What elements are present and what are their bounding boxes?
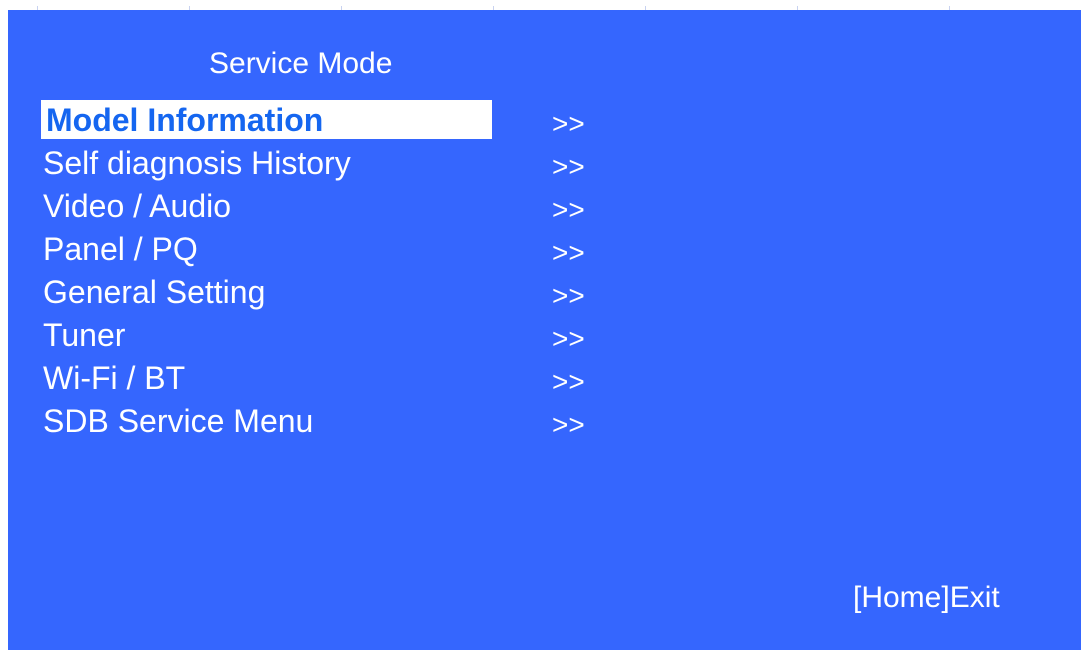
menu-item-self-diagnosis-history[interactable]: Self diagnosis History >> [41,142,661,185]
menu-item-label: Model Information [46,102,324,138]
submenu-arrow-icon: >> [552,151,585,182]
submenu-arrow-icon: >> [552,323,585,354]
exit-hint: [Home]Exit [853,581,1000,614]
menu-item-label: Wi-Fi / BT [43,360,186,396]
submenu-arrow-icon: >> [552,366,585,397]
menu-item-label: Tuner [43,317,126,353]
submenu-arrow-icon: >> [552,409,585,440]
menu-item-wifi-bt[interactable]: Wi-Fi / BT >> [41,357,661,400]
menu-item-general-setting[interactable]: General Setting >> [41,271,661,314]
menu-item-model-information[interactable]: Model Information >> [41,99,661,142]
menu-item-label: Video / Audio [43,188,232,224]
menu-item-label: Self diagnosis History [43,145,351,181]
page-title: Service Mode [209,47,393,80]
menu-item-label: SDB Service Menu [43,403,314,439]
top-border-ticks [0,0,1089,10]
service-menu: Model Information >> Self diagnosis Hist… [41,99,661,443]
submenu-arrow-icon: >> [552,237,585,268]
menu-item-label: General Setting [43,274,266,310]
menu-item-sdb-service-menu[interactable]: SDB Service Menu >> [41,400,661,443]
submenu-arrow-icon: >> [552,108,585,139]
menu-item-panel-pq[interactable]: Panel / PQ >> [41,228,661,271]
menu-item-label: Panel / PQ [43,231,198,267]
service-mode-screen: Service Mode Model Information >> Self d… [8,10,1081,650]
menu-item-tuner[interactable]: Tuner >> [41,314,661,357]
submenu-arrow-icon: >> [552,280,585,311]
menu-item-video-audio[interactable]: Video / Audio >> [41,185,661,228]
submenu-arrow-icon: >> [552,194,585,225]
